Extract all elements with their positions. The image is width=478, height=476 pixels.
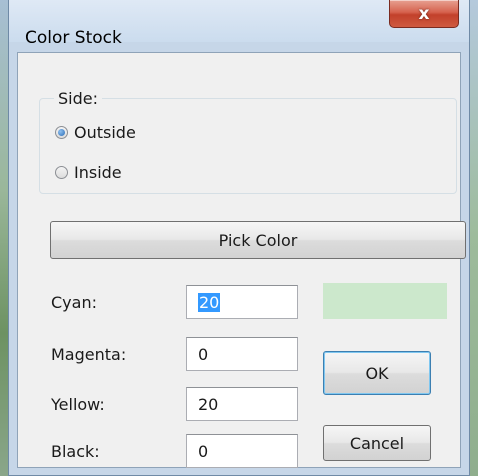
pick-color-button[interactable]: Pick Color [50,221,466,259]
radio-outside[interactable]: Outside [55,123,136,142]
close-icon: x [418,3,430,24]
ok-button[interactable]: OK [323,351,431,395]
radio-inside-label: Inside [74,163,122,182]
color-preview-swatch [323,283,447,319]
radio-outside-label: Outside [74,123,136,142]
cyan-value: 20 [198,292,221,312]
radio-checked-icon[interactable] [55,126,68,139]
title-bar: Color Stock x [9,0,469,48]
black-value: 0 [198,441,209,461]
black-label: Black: [51,442,100,461]
dialog-title: Color Stock [25,28,122,48]
close-button[interactable]: x [389,0,459,28]
yellow-value: 20 [198,394,219,414]
magenta-label: Magenta: [51,345,127,364]
color-stock-dialog: Color Stock x Side: Outside Inside Pick … [8,0,470,476]
cyan-label: Cyan: [51,293,97,312]
black-field[interactable]: 0 [186,434,298,468]
yellow-label: Yellow: [51,395,105,414]
dialog-client-area: Side: Outside Inside Pick Color Cyan: 20… [17,52,466,468]
side-group-label: Side: [54,89,102,108]
magenta-value: 0 [198,344,209,364]
radio-inside[interactable]: Inside [55,163,122,182]
yellow-field[interactable]: 20 [186,387,298,421]
radio-unchecked-icon[interactable] [55,166,68,179]
cyan-field[interactable]: 20 [186,285,298,319]
cancel-button[interactable]: Cancel [323,425,431,461]
magenta-field[interactable]: 0 [186,337,298,371]
